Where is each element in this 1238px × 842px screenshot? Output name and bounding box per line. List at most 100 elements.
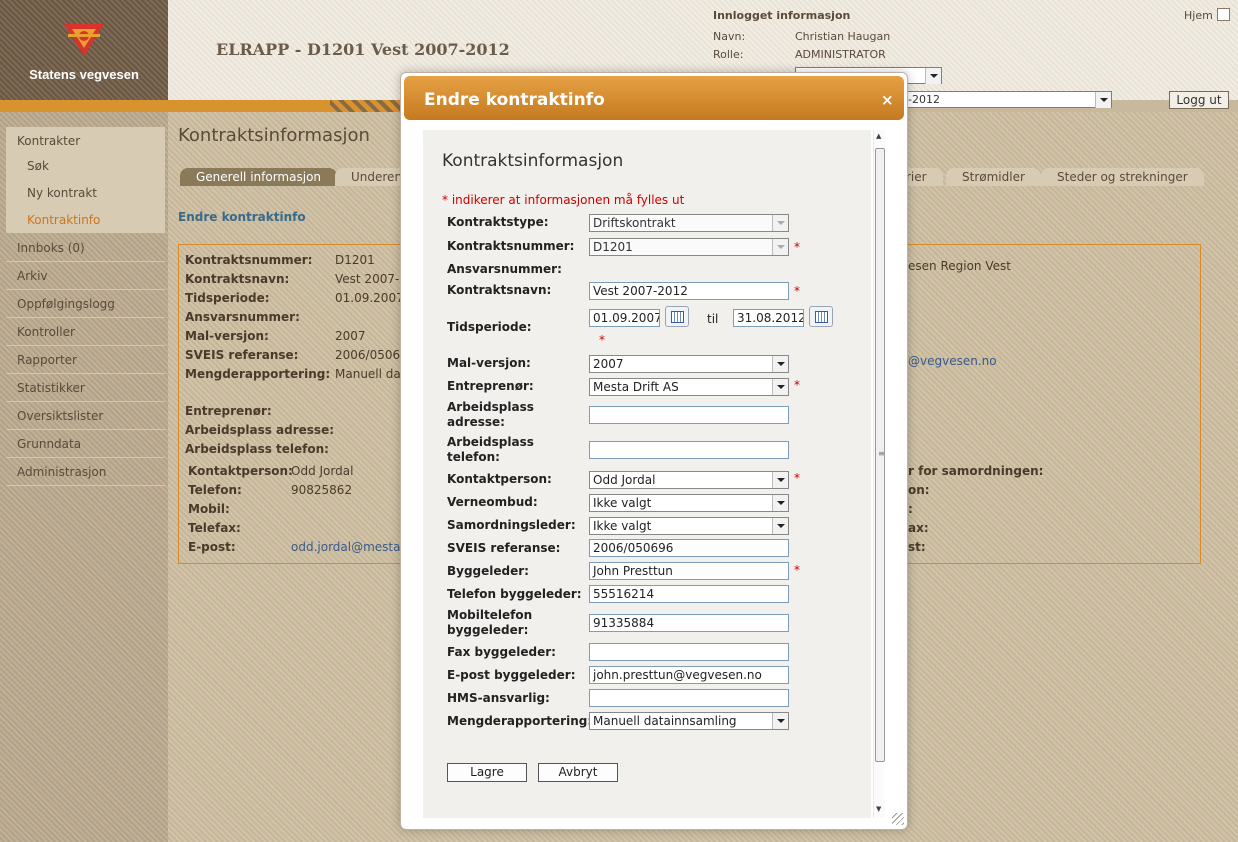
tab-general[interactable]: Generell informasjon [180,168,338,186]
grip-icon: ≡ [878,449,885,458]
mobil-byggeleder-input[interactable]: 91335884 [589,614,789,632]
info-label: Kontaktperson: [188,464,293,478]
sidebar-item-oversiktslister[interactable]: Oversiktslister [6,402,165,430]
info-value: D1201 [335,253,375,267]
start-date-input[interactable]: 01.09.2007 [589,309,660,327]
sidebar-item-ny-kontrakt[interactable]: Ny kontrakt [27,186,97,200]
telefon-byggeleder-label: Telefon byggeleder: [447,587,582,601]
info-label: Ansvarsnummer: [185,310,300,324]
dialog-title: Endre kontraktinfo [424,90,605,110]
mengderapportering-select[interactable]: Manuell datainnsamling [589,712,789,730]
info-label: SVEIS referanse: [185,348,299,362]
tab-stromidler[interactable]: Strømidler [946,168,1041,186]
info-email-link[interactable]: @vegvesen.no [908,354,997,368]
sidebar-item-innboks[interactable]: Innboks (0) [6,234,165,262]
sidebar-item-kontroller[interactable]: Kontroller [6,318,165,346]
info-value: Vest 2007- [335,272,400,286]
arbeidsplass-telefon-input[interactable] [589,441,789,459]
logout-button[interactable]: Logg ut [1169,91,1229,109]
resize-grip-icon[interactable] [892,813,904,825]
sveis-input[interactable]: 2006/050696 [589,539,789,557]
scroll-thumb[interactable]: ≡ [875,148,885,762]
save-button[interactable]: Lagre [447,763,527,782]
epost-byggeleder-input[interactable]: john.presttun@vegvesen.no [589,666,789,684]
tab-steder-og-strekninger[interactable]: Steder og strekninger [1041,168,1204,186]
sidebar-item-administrasjon[interactable]: Administrasjon [6,458,165,486]
sidebar-item-oppfolgingslogg[interactable]: Oppfølgingslogg [6,290,165,318]
verneombud-select[interactable]: Ikke valgt [589,494,789,512]
telefon-byggeleder-input[interactable]: 55516214 [589,585,789,603]
info-email-link[interactable]: odd.jordal@mesta. [291,540,404,554]
required-marker: * [794,471,800,485]
scroll-down-icon[interactable]: ▼ [876,805,881,813]
chevron-down-icon [1095,92,1111,108]
contract-select[interactable]: -2012 [905,91,1112,108]
required-note: * indikerer at informasjonen må fylles u… [442,193,685,207]
samordningsleder-label: Samordningsleder: [447,518,576,532]
logo-text: Statens vegvesen [29,67,139,82]
logo[interactable]: Statens vegvesen [0,0,168,100]
end-date-input[interactable]: 31.08.2012 [733,309,804,327]
kontraktsnavn-label: Kontraktsnavn: [447,283,552,297]
sidebar-item-sok[interactable]: Søk [27,159,49,173]
mengderapportering-value: Manuell datainnsamling [593,714,737,728]
chevron-down-icon [772,713,788,729]
sidebar-item-statistikker[interactable]: Statistikker [6,374,165,402]
sidebar-item-grunndata[interactable]: Grunndata [6,430,165,458]
entreprenor-value: Mesta Drift AS [593,380,679,394]
calendar-icon[interactable] [809,306,833,327]
verneombud-label: Verneombud: [447,495,538,509]
mal-versjon-select[interactable]: 2007 [589,355,789,373]
arbeidsplass-adresse-input[interactable] [589,406,789,424]
dialog-scrollbar[interactable]: ▲ ≡ ▼ [873,130,885,818]
info-label: Mal-versjon: [185,329,269,343]
scroll-up-icon[interactable]: ▲ [876,132,881,140]
fax-byggeleder-input[interactable] [589,643,789,661]
byggeleder-input[interactable]: John Presttun [589,562,789,580]
hms-input[interactable] [589,689,789,707]
app-title: ELRAPP - D1201 Vest 2007-2012 [216,40,510,59]
sidebar-item-arkiv[interactable]: Arkiv [6,262,165,290]
info-label: r for samordningen: [908,464,1044,478]
chevron-down-icon [772,356,788,372]
kontraktsnummer-select[interactable]: D1201 [589,238,789,256]
cancel-button[interactable]: Avbryt [538,763,618,782]
kontaktperson-select[interactable]: Odd Jordal [589,471,789,489]
sveis-label: SVEIS referanse: [447,541,561,555]
entreprenor-select[interactable]: Mesta Drift AS [589,378,789,396]
sidebar-item-kontrakter[interactable]: Kontrakter [6,127,165,155]
info-value: Manuell dat [335,367,406,381]
byggeleder-label: Byggeleder: [447,564,529,578]
required-marker: * [794,563,800,577]
info-label: st: [908,540,926,554]
til-label: til [707,312,719,326]
kontraktsnavn-input[interactable]: Vest 2007-2012 [589,282,789,300]
tidsperiode-label: Tidsperiode: [447,320,532,334]
info-label: ax: [908,521,929,535]
samordningsleder-select[interactable]: Ikke valgt [589,517,789,535]
svv-emblem-icon [64,24,104,56]
required-marker: * [794,284,800,298]
info-label: Kontraktsnummer: [185,253,313,267]
info-value: esen Region Vest [908,259,1011,273]
hms-label: HMS-ansvarlig: [447,691,550,705]
label-line: telefon: [447,450,500,464]
edit-contract-link[interactable]: Endre kontraktinfo [178,210,306,224]
close-icon[interactable]: × [881,91,894,109]
sidebar-item-rapporter[interactable]: Rapporter [6,346,165,374]
dialog-header[interactable]: Endre kontraktinfo × [404,76,904,120]
header-accent-stripes [330,100,400,112]
entreprenor-label: Entreprenør: [447,379,534,393]
sidebar-item-kontraktinfo[interactable]: Kontraktinfo [27,213,100,227]
kontraktstype-select[interactable]: Driftskontrakt [589,214,789,232]
fax-byggeleder-label: Fax byggeleder: [447,645,556,659]
login-name-label: Navn: [713,30,746,43]
kontraktstype-label: Kontraktstype: [447,215,549,229]
home-link[interactable]: Hjem [1184,9,1213,22]
required-marker: * [599,333,605,347]
home-icon[interactable] [1217,8,1230,21]
info-label: Telefon: [188,483,242,497]
info-label: Arbeidsplass adresse: [185,423,335,437]
info-value: 90825862 [291,483,353,497]
calendar-icon[interactable] [665,306,689,327]
